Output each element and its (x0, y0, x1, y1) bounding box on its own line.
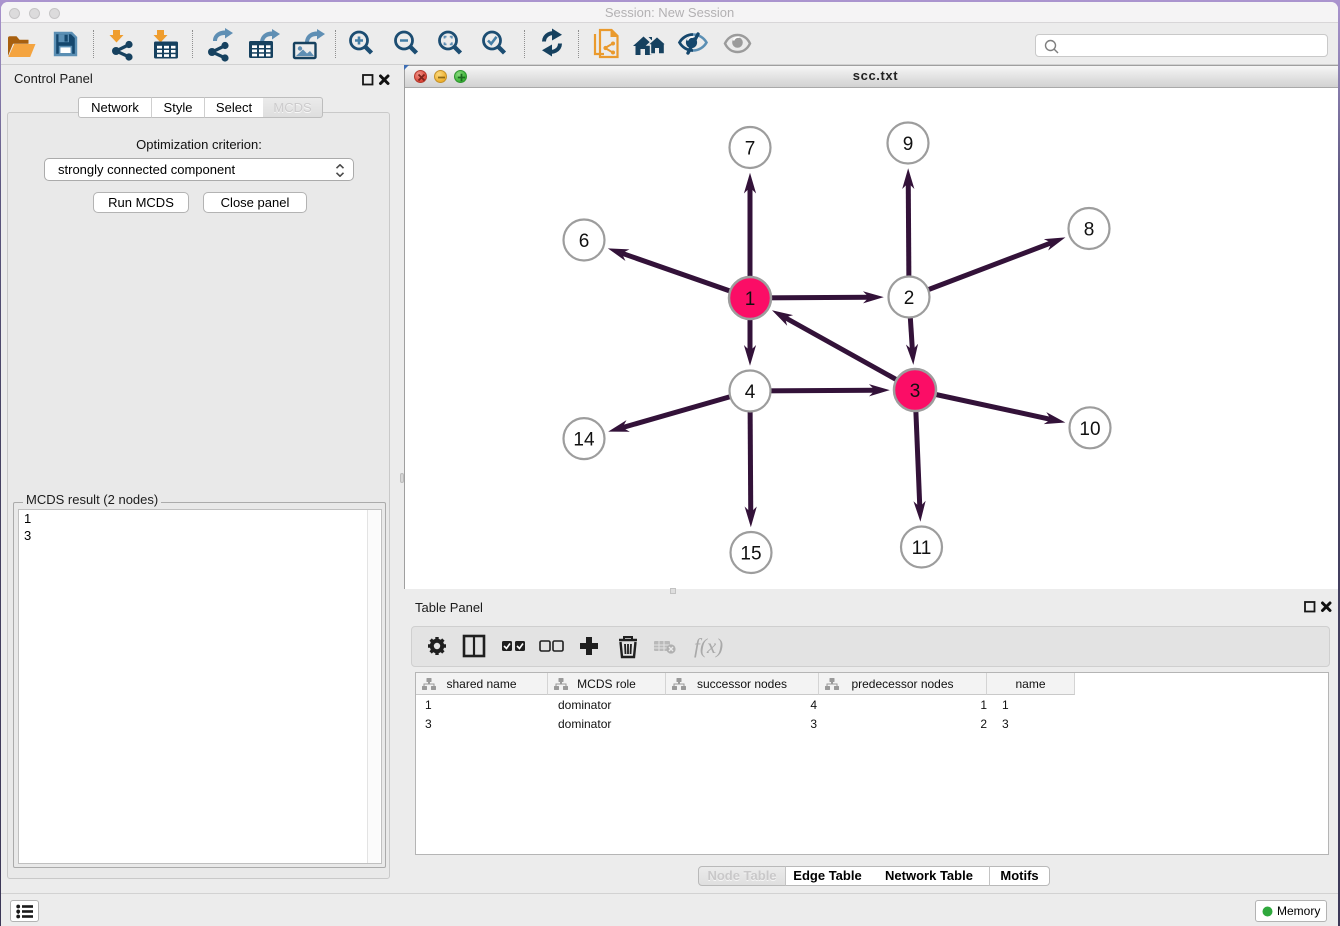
svg-text:4: 4 (745, 382, 756, 403)
svg-text:f(x): f(x) (694, 634, 723, 658)
svg-text:2: 2 (904, 288, 915, 309)
svg-text:8: 8 (1084, 220, 1095, 241)
svg-text:15: 15 (740, 544, 761, 565)
svg-text:11: 11 (912, 538, 932, 559)
svg-text:3: 3 (910, 381, 921, 402)
svg-text:6: 6 (579, 231, 590, 252)
svg-text:9: 9 (903, 134, 914, 155)
svg-text:14: 14 (573, 430, 595, 451)
svg-text:7: 7 (745, 139, 756, 160)
svg-text:1: 1 (745, 289, 756, 310)
svg-text:10: 10 (1079, 419, 1100, 440)
